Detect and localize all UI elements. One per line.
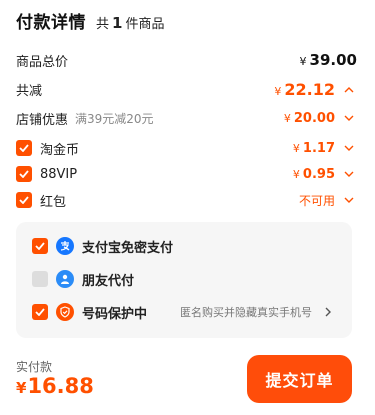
order-summary-header: 付款详情 共 1 件商品 (16, 8, 165, 33)
discount-total-label: 共减 (16, 83, 43, 99)
discount-total-value: ¥22.12 (274, 79, 335, 99)
chevron-up-icon[interactable] (341, 86, 357, 93)
submit-order-button[interactable]: 提交订单 (247, 355, 352, 403)
taojinbi-label: 淘金币 (40, 142, 80, 158)
friend-pay-checkbox[interactable] (32, 271, 48, 287)
discount-total-row[interactable]: 共减 ¥22.12 (16, 77, 357, 101)
shop-discount-rule: 满39元减20元 (75, 111, 154, 126)
vip-row[interactable]: 88VIP ¥0.95 (16, 162, 357, 186)
privacy-shield-icon (56, 303, 74, 321)
shop-discount-value: ¥20.00 (283, 110, 335, 126)
privacy-note[interactable]: 匿名购买并隐藏真实手机号 (180, 304, 336, 320)
hongbao-label: 红包 (40, 194, 67, 210)
item-count: 共 1 件商品 (96, 14, 165, 32)
hongbao-row[interactable]: 红包 不可用 (16, 188, 357, 212)
privacy-row[interactable]: 号码保护中 匿名购买并隐藏真实手机号 (32, 298, 336, 326)
vip-value: ¥0.95 (292, 166, 335, 182)
chevron-down-icon[interactable] (341, 171, 357, 178)
paid-amount-value: ¥16.88 (16, 374, 94, 398)
alipay-row[interactable]: 支付宝免密支付 (32, 232, 336, 260)
page-title: 付款详情 (16, 13, 86, 33)
taojinbi-value: ¥1.17 (292, 140, 335, 156)
vip-label: 88VIP (40, 166, 78, 182)
alipay-checkbox[interactable] (32, 238, 48, 254)
vip-checkbox[interactable] (16, 166, 32, 182)
privacy-label: 号码保护中 (82, 306, 148, 322)
friend-pay-row[interactable]: 朋友代付 (32, 265, 336, 293)
total-price-value: ¥39.00 (299, 51, 357, 69)
friend-pay-label: 朋友代付 (82, 273, 135, 289)
total-price-row: 商品总价 ¥39.00 (16, 48, 357, 72)
chevron-down-icon[interactable] (341, 115, 357, 122)
alipay-label: 支付宝免密支付 (82, 240, 174, 256)
chevron-right-icon[interactable] (320, 307, 336, 317)
paid-amount-label: 实付款 (16, 360, 53, 374)
shop-discount-label: 店铺优惠 (16, 112, 69, 128)
shop-discount-row[interactable]: 店铺优惠 满39元减20元 ¥20.00 (16, 106, 357, 130)
hongbao-checkbox[interactable] (16, 192, 32, 208)
chevron-down-icon[interactable] (341, 197, 357, 204)
friend-pay-icon (56, 270, 74, 288)
taojinbi-row[interactable]: 淘金币 ¥1.17 (16, 136, 357, 160)
hongbao-value: 不可用 (298, 193, 335, 208)
total-price-label: 商品总价 (16, 54, 69, 70)
payment-options-panel: 支付宝免密支付 朋友代付 号码保护中 匿名购买并隐藏真实手机号 (16, 222, 352, 338)
alipay-icon (56, 237, 74, 255)
taojinbi-checkbox[interactable] (16, 140, 32, 156)
chevron-down-icon[interactable] (341, 145, 357, 152)
privacy-checkbox[interactable] (32, 304, 48, 320)
